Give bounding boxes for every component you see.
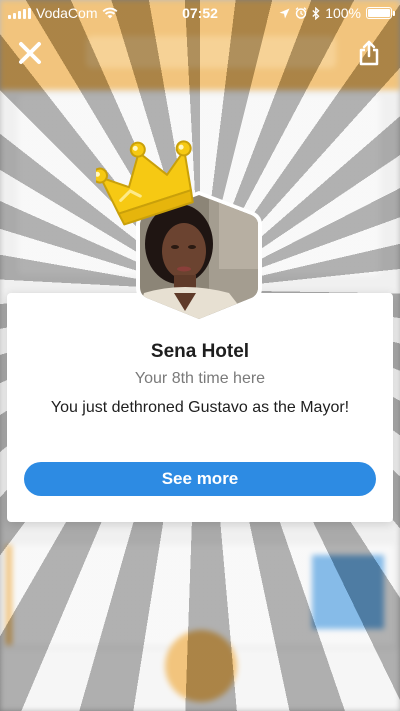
location-arrow-icon [279, 8, 290, 18]
see-more-button[interactable]: See more [24, 462, 376, 496]
battery-percentage: 100% [325, 5, 361, 21]
mayor-announcement-card: Sena Hotel Your 8th time here You just d… [7, 293, 393, 522]
wifi-icon [103, 7, 118, 19]
clock: 07:52 [182, 5, 218, 21]
visit-count-text: Your 8th time here [134, 370, 266, 387]
alarm-icon [295, 7, 307, 19]
signal-icon [8, 7, 31, 19]
share-button[interactable] [354, 36, 384, 70]
bluetooth-icon [312, 6, 320, 20]
close-icon [19, 42, 41, 64]
venue-name: Sena Hotel [150, 341, 250, 362]
share-icon [359, 40, 379, 66]
status-bar: VodaCom 07:52 100% [0, 0, 400, 26]
battery-icon [366, 7, 395, 19]
close-button[interactable] [13, 36, 47, 70]
carrier-name: VodaCom [36, 5, 98, 21]
crown-icon [96, 140, 194, 226]
mayor-message: You just dethroned Gustavo as the Mayor! [50, 399, 350, 416]
